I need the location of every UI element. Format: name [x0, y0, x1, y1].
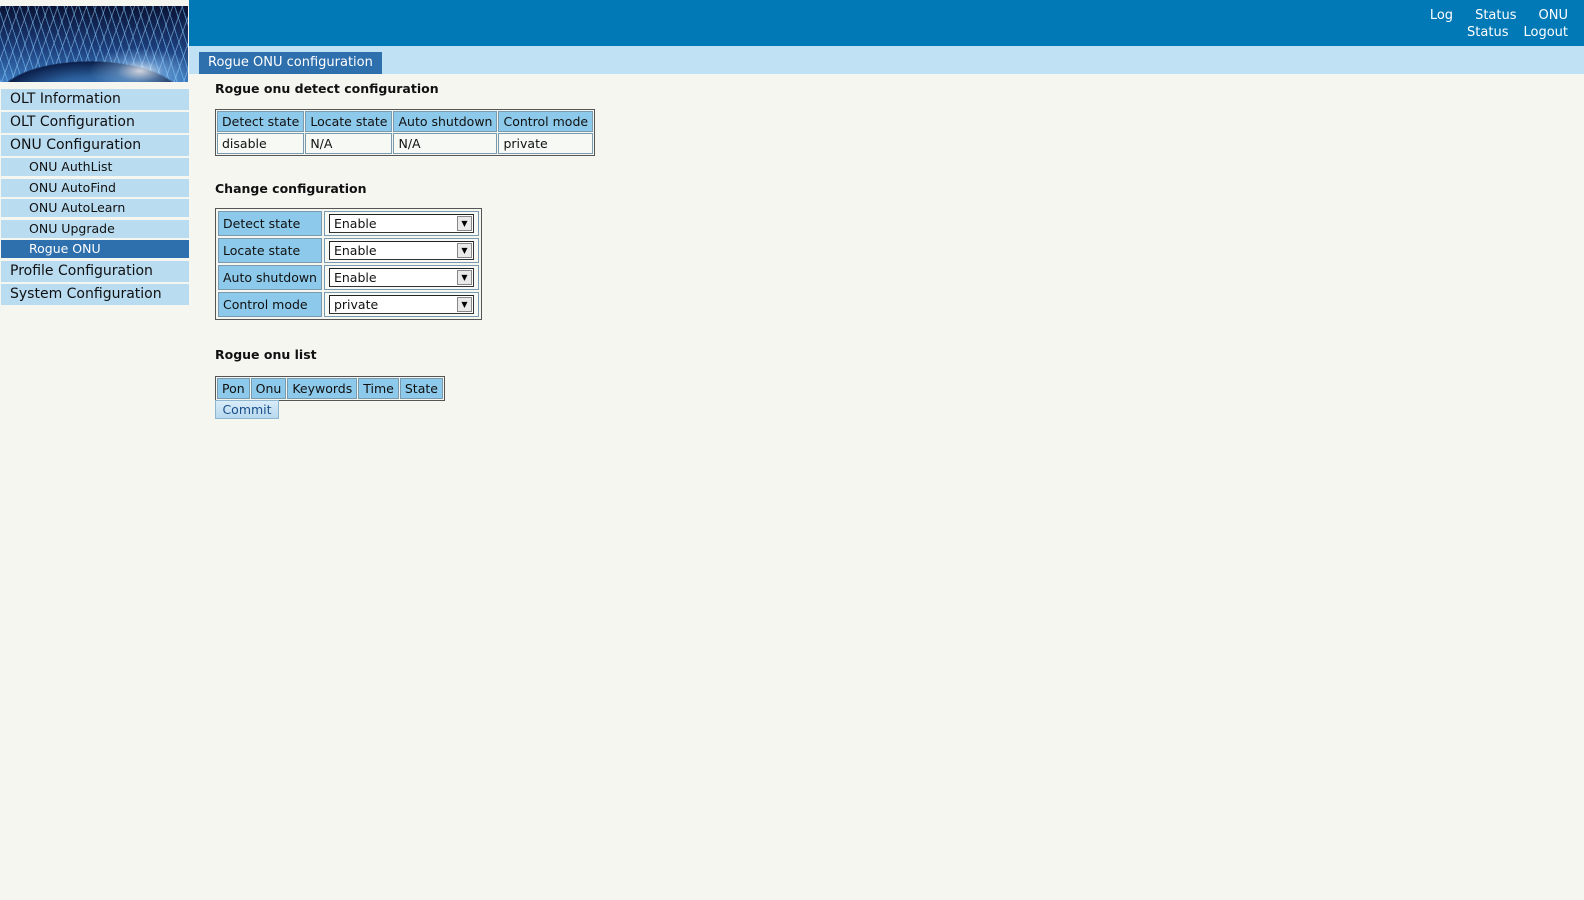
change-config-title: Change configuration [215, 181, 367, 196]
logo [0, 6, 188, 82]
change-cell-control-mode: private ▼ [323, 292, 479, 317]
rogue-header-onu: Onu [250, 378, 287, 399]
change-cell-auto-shutdown: Enable ▼ [323, 265, 479, 290]
auto-shutdown-select[interactable]: Enable ▼ [328, 268, 474, 287]
rogue-header-time: Time [358, 378, 399, 399]
sidebar-item-onu-autofind[interactable]: ONU AutoFind [1, 178, 189, 197]
sidebar-item-rogue-onu[interactable]: Rogue ONU [1, 240, 189, 259]
detect-config-header-row: Detect state Locate state Auto shutdown … [217, 111, 594, 132]
chevron-down-icon[interactable]: ▼ [456, 270, 472, 285]
detect-header-control-mode: Control mode [498, 111, 594, 132]
chevron-down-icon[interactable]: ▼ [456, 243, 472, 258]
rogue-header-state: State [399, 378, 443, 399]
sidebar-item-olt-information[interactable]: OLT Information [1, 89, 189, 110]
rogue-header-pon: Pon [217, 378, 250, 399]
rogue-list-title: Rogue onu list [215, 347, 317, 362]
rogue-header-keywords: Keywords [287, 378, 358, 399]
tab-strip: Rogue ONU configuration [189, 46, 1584, 74]
logo-glow [85, 46, 188, 82]
detect-value-control-mode: private [498, 133, 594, 154]
sidebar-item-onu-autolearn[interactable]: ONU AutoLearn [1, 199, 189, 218]
detect-value-auto-shutdown: N/A [393, 133, 498, 154]
change-row-auto-shutdown: Auto shutdown Enable ▼ [218, 265, 479, 290]
detect-config-value-row: disable N/A N/A private [217, 133, 594, 154]
detect-header-locate-state: Locate state [305, 111, 393, 132]
detect-header-detect-state: Detect state [217, 111, 305, 132]
log-link[interactable]: Log [1430, 8, 1453, 23]
detect-header-auto-shutdown: Auto shutdown [393, 111, 498, 132]
sidebar-item-onu-configuration[interactable]: ONU Configuration [1, 135, 189, 156]
sidebar-item-onu-upgrade[interactable]: ONU Upgrade [1, 219, 189, 238]
top-bar: Log Status ONU Status Logout [189, 0, 1584, 46]
sidebar-item-onu-authlist[interactable]: ONU AuthList [1, 158, 189, 176]
commit-button[interactable]: Commit [215, 400, 279, 419]
tab-rogue-onu-configuration[interactable]: Rogue ONU configuration [199, 52, 382, 74]
change-row-locate-state: Locate state Enable ▼ [218, 238, 479, 263]
detect-value-locate-state: N/A [305, 133, 393, 154]
locate-state-select-value: Enable [333, 243, 377, 258]
chevron-down-icon[interactable]: ▼ [456, 216, 472, 231]
detect-value-detect-state: disable [217, 133, 305, 154]
top-links: Log Status ONU Status Logout [1408, 7, 1568, 41]
status-link[interactable]: Status [1475, 8, 1516, 23]
change-label-locate-state: Locate state [218, 238, 322, 263]
change-cell-locate-state: Enable ▼ [323, 238, 479, 263]
detect-config-table: Detect state Locate state Auto shutdown … [215, 109, 596, 156]
change-cell-detect-state: Enable ▼ [323, 211, 479, 236]
change-row-control-mode: Control mode private ▼ [218, 292, 479, 317]
onu-status-link-line2[interactable]: Status [1467, 25, 1508, 40]
auto-shutdown-select-value: Enable [333, 270, 377, 285]
control-mode-select-value: private [333, 297, 379, 312]
onu-status-link[interactable]: ONU [1539, 8, 1568, 23]
sidebar-item-profile-configuration[interactable]: Profile Configuration [1, 260, 189, 282]
detect-config-title: Rogue onu detect configuration [215, 81, 439, 96]
change-label-detect-state: Detect state [218, 211, 322, 236]
chevron-down-icon[interactable]: ▼ [456, 297, 472, 312]
sidebar-item-system-configuration[interactable]: System Configuration [1, 283, 189, 305]
detect-state-select[interactable]: Enable ▼ [328, 214, 474, 233]
logout-link[interactable]: Logout [1523, 25, 1568, 40]
change-config-table: Detect state Enable ▼ Locate state Enable… [215, 208, 482, 320]
detect-state-select-value: Enable [333, 216, 377, 231]
locate-state-select[interactable]: Enable ▼ [328, 241, 474, 260]
change-row-detect-state: Detect state Enable ▼ [218, 211, 479, 236]
rogue-onu-list-table: Pon Onu Keywords Time State [215, 376, 445, 401]
change-label-control-mode: Control mode [218, 292, 322, 317]
control-mode-select[interactable]: private ▼ [328, 295, 474, 314]
rogue-list-header-row: Pon Onu Keywords Time State [217, 378, 443, 399]
change-label-auto-shutdown: Auto shutdown [218, 265, 322, 290]
sidebar-item-olt-configuration[interactable]: OLT Configuration [1, 112, 189, 133]
sidebar: OLT Information OLT Configuration ONU Co… [1, 89, 189, 307]
